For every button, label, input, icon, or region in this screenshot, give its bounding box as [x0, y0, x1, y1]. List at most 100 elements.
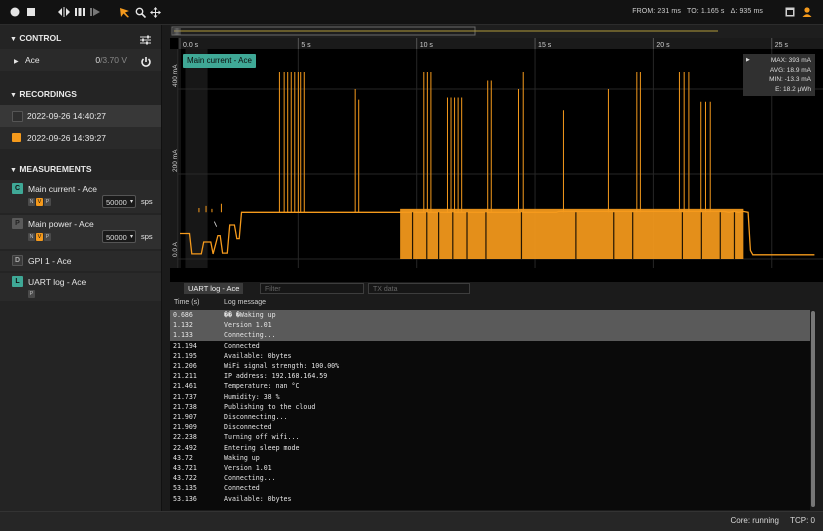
log-message: Humidity: 38 % [224, 392, 280, 401]
measurement-uart-log[interactable]: L UART log - Ace P [0, 273, 161, 301]
log-message: WiFi signal strength: 100.00% [224, 362, 340, 370]
stop-icon[interactable] [25, 4, 37, 20]
log-message: Connected [224, 341, 260, 350]
flag-v[interactable]: V [36, 233, 43, 241]
from-label: FROM: 231 ms [632, 8, 681, 15]
log-row[interactable]: 1.133 Connecting... [170, 330, 810, 341]
log-row[interactable]: 43.721 Version 1.01 [170, 463, 810, 473]
tx-data-input[interactable]: TX data [368, 283, 470, 294]
sample-rate-value: 50000 [106, 198, 127, 207]
log-row[interactable]: 1.132 Version 1.01 [170, 320, 810, 331]
log-time: 1.133 [173, 331, 193, 340]
measurements-section-header[interactable]: ▼ MEASUREMENTS [0, 158, 161, 180]
selection-info: FROM: 231 ms TO: 1.165 s Δ: 935 ms [628, 0, 763, 24]
band-gap [632, 212, 634, 259]
log-row[interactable]: 21.738 Publishing to the cloud [170, 402, 810, 412]
log-row[interactable]: 22.238 Turning off wifi... [170, 432, 810, 442]
window-icon[interactable] [784, 4, 796, 20]
flag-p[interactable]: P [44, 233, 51, 241]
measurement-chip[interactable]: D [12, 255, 23, 266]
record-icon[interactable] [9, 4, 21, 20]
control-section-header[interactable]: ▼ CONTROL [0, 27, 161, 49]
plot-area[interactable]: 0.0 s 5 s 10 s 15 s 20 s 25 s 400 mA 200 mA 0.0 … [170, 25, 823, 282]
band-gap [719, 212, 721, 259]
log-time: 22.492 [173, 443, 197, 452]
nvp-flags[interactable]: N V P [28, 233, 51, 241]
recording-color-swatch[interactable] [12, 133, 21, 142]
power-icon[interactable] [140, 54, 152, 76]
device-row[interactable]: ▶ Ace 0/3.70 V [0, 49, 161, 71]
step-forward-icon[interactable] [89, 4, 101, 20]
pan-icon[interactable] [149, 4, 161, 20]
log-scrollbar-thumb[interactable] [811, 311, 815, 507]
log-row[interactable]: 43.722 Connecting... [170, 473, 810, 483]
band-gap [411, 212, 414, 259]
tcp-status: TCP: 0 [790, 516, 815, 525]
measurement-gpi[interactable]: D GPI 1 - Ace [0, 251, 161, 271]
recording-item[interactable]: 2022-09-26 14:40:27 [0, 105, 161, 127]
log-message: Connecting... [224, 474, 276, 483]
log-row[interactable]: 21.737 Humidity: 38 % [170, 392, 810, 402]
user-icon[interactable] [801, 4, 813, 20]
burst-band [400, 208, 744, 259]
settings-sliders-icon[interactable] [140, 32, 151, 50]
log-row[interactable]: 21.907 Disconnecting... [170, 412, 810, 422]
measurement-label: Main power - Ace [28, 219, 94, 229]
log-table[interactable]: 0.686 �� �Waking up 1.132 Version 1.01 1.133… [170, 310, 810, 510]
top-toolbar: FROM: 231 ms TO: 1.165 s Δ: 935 ms [0, 0, 823, 25]
col-message: Log message [224, 299, 267, 306]
filter-input[interactable]: Filter [260, 283, 364, 294]
device-name: Ace [25, 55, 40, 65]
sample-rate-select[interactable]: 50000 ▾ [102, 195, 136, 208]
stat-min: MIN: -13.3 mA [769, 76, 811, 83]
log-row[interactable]: 21.206 WiFi signal strength: 100.00% [170, 361, 810, 371]
sample-rate-select[interactable]: 50000 ▾ [102, 230, 136, 243]
log-row[interactable]: 22.492 Entering sleep mode [170, 443, 810, 453]
columns-icon[interactable] [74, 4, 86, 20]
flag-n[interactable]: N [28, 233, 35, 241]
stats-box: ▶ MAX: 393 mA AVG: 18.9 mA MIN: -13.3 mA… [743, 54, 815, 96]
recording-item[interactable]: 2022-09-26 14:39:27 [0, 127, 161, 149]
measurement-main-current[interactable]: C Main current - Ace N V P 50000 ▾ sps [0, 180, 161, 213]
x-tick-label: 25 s [775, 42, 789, 49]
nvp-flags[interactable]: N V P [28, 198, 51, 206]
measurement-chip[interactable]: C [12, 183, 23, 194]
core-status: Core: running [730, 516, 779, 525]
log-row[interactable]: 43.72 Waking up [170, 453, 810, 463]
log-row[interactable]: 21.195 Available: 0bytes [170, 351, 810, 361]
log-row[interactable]: 53.135 Connected [170, 483, 810, 493]
flag-p[interactable]: P [28, 290, 35, 298]
log-row[interactable]: 21.194 Connected [170, 341, 810, 351]
selection-region[interactable] [185, 49, 208, 268]
band-gap [485, 212, 487, 259]
current-plot[interactable]: 0.0 s 5 s 10 s 15 s 20 s 25 s 400 mA 200 mA 0.0 … [170, 25, 823, 282]
p-flag[interactable]: P [28, 290, 35, 298]
measurement-main-power[interactable]: P Main power - Ace N V P 50000 ▾ sps [0, 215, 161, 249]
zoom-icon[interactable] [134, 4, 146, 20]
flag-v[interactable]: V [36, 198, 43, 206]
to-label: TO: 1.165 s [686, 8, 725, 15]
recording-color-swatch[interactable] [12, 111, 23, 122]
log-message: Turning off wifi... [224, 433, 300, 442]
flag-n[interactable]: N [28, 198, 35, 206]
log-row[interactable]: 53.136 Available: 0bytes [170, 494, 810, 504]
flag-p[interactable]: P [44, 198, 51, 206]
pointer-icon[interactable] [118, 4, 130, 20]
expand-triangle-icon[interactable]: ▶ [746, 57, 750, 63]
log-row[interactable]: 0.686 �� �Waking up [170, 310, 810, 321]
log-tabs: UART log - Ace Filter TX data [170, 282, 815, 296]
collapse-triangle-icon: ▼ [10, 92, 17, 99]
log-row[interactable]: 21.461 Temperature: nan °C [170, 381, 810, 391]
band-gap [700, 212, 702, 259]
log-row[interactable]: 21.909 Disconnected [170, 422, 810, 432]
measurement-chip[interactable]: L [12, 276, 23, 287]
recordings-section-header[interactable]: ▼ RECORDINGS [0, 83, 161, 105]
log-time: 1.132 [173, 321, 193, 330]
fit-horizontal-icon[interactable] [57, 4, 71, 20]
band-gap [438, 212, 440, 259]
chevron-down-icon: ▾ [129, 234, 133, 240]
log-row[interactable]: 21.211 IP address: 192.168.164.59 [170, 371, 810, 381]
measurement-chip[interactable]: P [12, 218, 23, 229]
log-time: 21.737 [173, 392, 197, 401]
tab-uart-log[interactable]: UART log - Ace [184, 283, 244, 294]
